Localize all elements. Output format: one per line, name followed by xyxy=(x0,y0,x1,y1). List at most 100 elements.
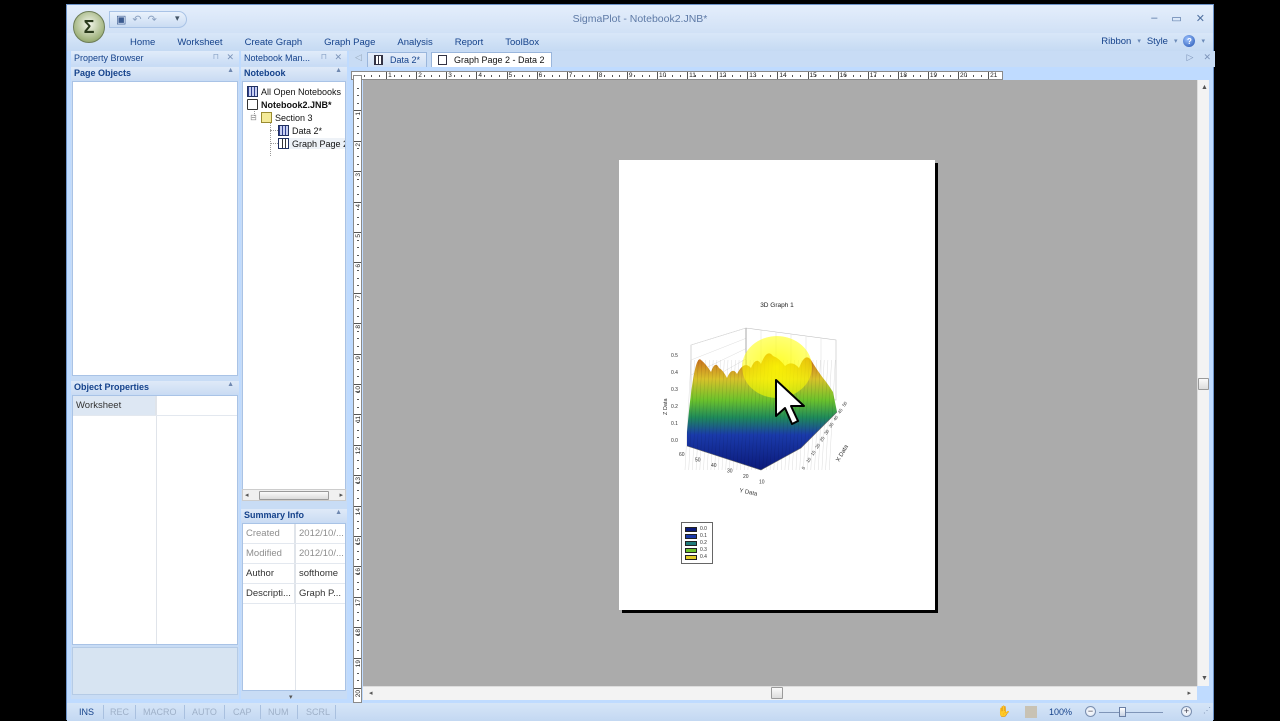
tab-scroll-right-icon[interactable]: ▷ xyxy=(1187,52,1194,63)
scroll-left-icon[interactable]: ◂ xyxy=(369,689,373,697)
zoom-in-button[interactable]: + xyxy=(1181,706,1192,717)
maximize-icon[interactable]: ▭ xyxy=(1171,12,1181,25)
close-document-icon[interactable]: ✕ xyxy=(1203,52,1211,63)
summary-key: Descripti... xyxy=(243,584,295,603)
vertical-scrollbar[interactable]: ▲ ▼ xyxy=(1197,80,1209,686)
ruler-label: 3 xyxy=(448,72,452,79)
summary-row-modified[interactable]: Modified 2012/10/... xyxy=(243,544,345,564)
page-objects-header[interactable]: Page Objects ▲ xyxy=(71,67,239,80)
chevron-down-icon[interactable]: ▾ xyxy=(289,693,293,701)
chevron-down-icon[interactable]: ▾ xyxy=(1174,37,1178,45)
ruler-label: 1 xyxy=(355,112,362,117)
scroll-down-icon[interactable]: ▼ xyxy=(1201,675,1208,682)
ruler-label: 6 xyxy=(538,72,543,79)
collapse-icon[interactable]: ▲ xyxy=(335,67,342,74)
chevron-down-icon[interactable]: ▾ xyxy=(1201,37,1205,45)
horizontal-scrollbar[interactable]: ◂ ▸ xyxy=(363,686,1197,700)
ruler-tick xyxy=(446,72,448,79)
minimize-icon[interactable]: – xyxy=(1151,12,1157,25)
summary-value[interactable]: softhome xyxy=(295,564,345,583)
scroll-left-icon[interactable]: ◂ xyxy=(245,491,249,499)
ruler-label: 4 xyxy=(355,203,362,208)
ribbon-menu[interactable]: Ribbon xyxy=(1101,36,1131,47)
tab-graph-page[interactable]: Graph Page xyxy=(313,37,386,48)
tab-analysis[interactable]: Analysis xyxy=(386,37,443,48)
chevron-down-icon[interactable]: ▾ xyxy=(1137,37,1141,45)
ruler-tick xyxy=(506,72,508,79)
tree-item-section-3[interactable]: ⊟ Section 3 xyxy=(249,112,313,123)
close-pane-icon[interactable]: ✕ xyxy=(334,52,342,63)
ruler-tick xyxy=(354,596,361,598)
close-icon[interactable]: ✕ xyxy=(1196,12,1205,25)
tab-create-graph[interactable]: Create Graph xyxy=(234,37,314,48)
ruler-label: 5 xyxy=(355,234,362,238)
graph-title[interactable]: 3D Graph 1 xyxy=(619,302,935,309)
help-icon[interactable]: ? xyxy=(1183,35,1196,47)
tab-scroll-left-icon[interactable]: ◁ xyxy=(355,52,362,63)
summary-row-author[interactable]: Author softhome xyxy=(243,564,345,584)
ruler-label: 4 xyxy=(478,72,483,79)
notebook-manager-pane: Notebook Man... ⊓ ✕ Notebook ▲ All Open … xyxy=(241,51,347,701)
section-label: Page Objects xyxy=(74,68,132,78)
vertical-scroll-thumb[interactable] xyxy=(1198,378,1209,390)
summary-info-header[interactable]: Summary Info ▲ xyxy=(241,509,347,522)
summary-row-created[interactable]: Created 2012/10/... xyxy=(243,524,345,544)
notebook-section-header[interactable]: Notebook ▲ xyxy=(241,67,347,80)
legend-swatch xyxy=(685,547,697,553)
zoom-out-button[interactable]: − xyxy=(1085,706,1096,717)
scroll-thumb[interactable] xyxy=(259,491,329,500)
summary-row-description[interactable]: Descripti... Graph P... xyxy=(243,584,345,604)
resize-grip-icon[interactable]: ⋰ xyxy=(1203,706,1211,715)
section-label: Summary Info xyxy=(244,510,305,520)
ruler-tick xyxy=(927,72,929,79)
scroll-right-icon[interactable]: ▸ xyxy=(1187,689,1191,697)
scroll-right-icon[interactable]: ▸ xyxy=(339,491,343,499)
zoom-slider[interactable] xyxy=(1099,712,1163,713)
zoom-slider-thumb[interactable] xyxy=(1119,707,1126,717)
close-pane-icon[interactable]: ✕ xyxy=(226,52,234,63)
tree-item-notebook2[interactable]: Notebook2.JNB* xyxy=(247,99,332,110)
tree-item-graph-page-2[interactable]: Graph Page 2 xyxy=(278,138,345,149)
collapse-icon[interactable]: ▲ xyxy=(227,381,234,388)
collapse-tree-icon[interactable]: ⊟ xyxy=(249,113,258,122)
ruler-label: 5 xyxy=(508,72,513,79)
property-value[interactable] xyxy=(156,396,237,415)
tab-home[interactable]: Home xyxy=(119,37,166,48)
summary-key: Author xyxy=(243,564,295,583)
doc-tab-data-2[interactable]: Data 2* xyxy=(367,52,428,67)
tab-report[interactable]: Report xyxy=(444,37,495,48)
page-objects-list[interactable] xyxy=(72,81,238,376)
horizontal-scroll-thumb[interactable] xyxy=(771,687,783,699)
summary-value[interactable]: Graph P... xyxy=(295,584,345,603)
pin-icon[interactable]: ⊓ xyxy=(213,52,219,61)
page-color-icon[interactable] xyxy=(1025,706,1037,718)
tree-item-all-open-notebooks[interactable]: All Open Notebooks xyxy=(247,86,341,97)
doc-tab-graph-page-2[interactable]: Graph Page 2 - Data 2 xyxy=(431,52,552,67)
ruler-label: 9 xyxy=(628,72,633,79)
ribbon-tab-bar: Home Worksheet Create Graph Graph Page A… xyxy=(67,33,1213,51)
z-tick-label: 0.5 xyxy=(671,353,678,359)
collapse-icon[interactable]: ▲ xyxy=(227,67,234,74)
status-macro: MACRO xyxy=(143,707,177,717)
color-legend[interactable]: 0.0 0.1 0.2 0.3 0.4 xyxy=(681,522,713,564)
ruler-label: 9 xyxy=(355,355,362,360)
style-menu[interactable]: Style xyxy=(1147,36,1168,47)
ruler-tick xyxy=(626,72,628,79)
pin-icon[interactable]: ⊓ xyxy=(321,52,327,61)
tree-item-data-2[interactable]: Data 2* xyxy=(278,125,322,136)
application-button[interactable]: Σ xyxy=(73,11,105,43)
section-folder-icon xyxy=(261,112,272,123)
scroll-up-icon[interactable]: ▲ xyxy=(1201,84,1208,91)
tab-worksheet[interactable]: Worksheet xyxy=(166,37,233,48)
tab-toolbox[interactable]: ToolBox xyxy=(494,37,550,48)
ruler-tick xyxy=(747,72,749,79)
property-row[interactable]: Worksheet xyxy=(73,396,237,416)
z-tick-label: 0.1 xyxy=(671,421,678,427)
tree-horizontal-scrollbar[interactable]: ◂ ▸ xyxy=(242,489,346,501)
object-properties-header[interactable]: Object Properties ▲ xyxy=(71,381,239,394)
pan-hand-icon[interactable]: ✋ xyxy=(997,705,1011,718)
collapse-icon[interactable]: ▲ xyxy=(335,509,342,516)
ruler-tick xyxy=(958,72,959,79)
document-tab-bar: ◁ Data 2* Graph Page 2 - Data 2 ▷ ✕ xyxy=(349,51,1215,67)
legend-swatch xyxy=(685,554,697,560)
